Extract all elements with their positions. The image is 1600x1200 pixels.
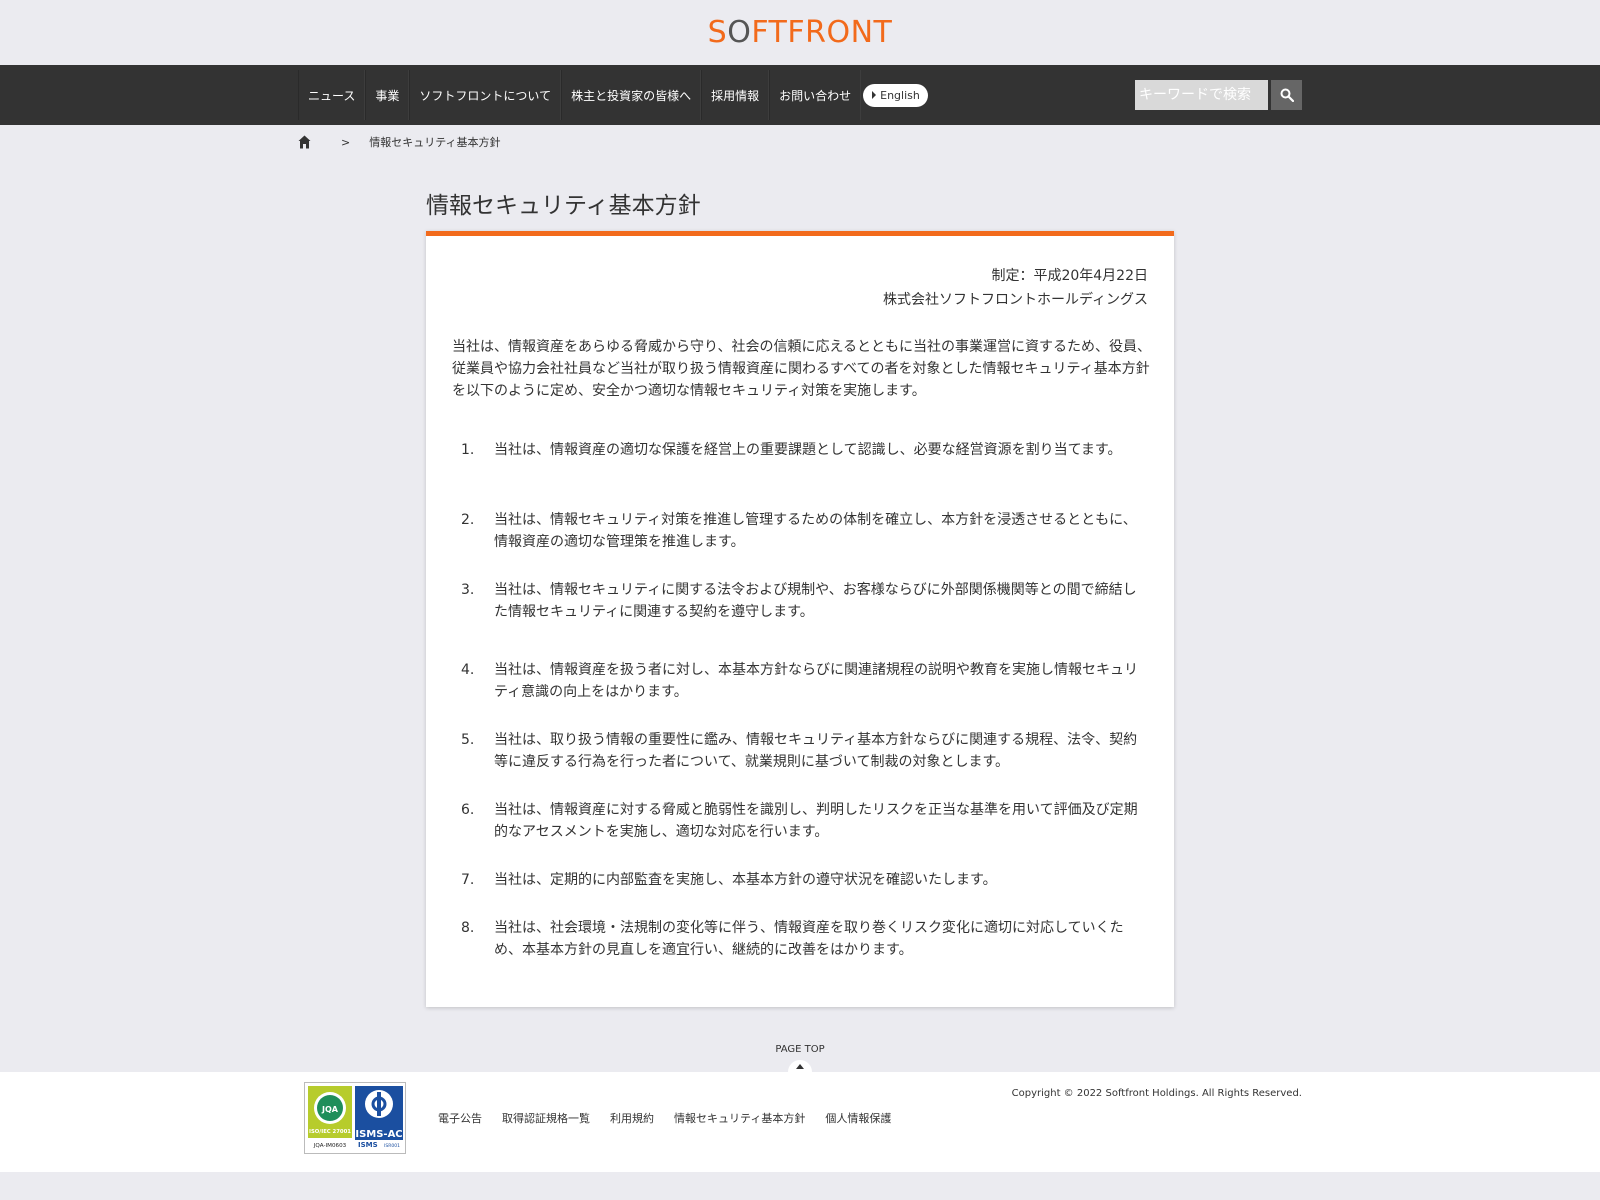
list-item: 5. 当社は、取り扱う情報の重要性に鑑み、情報セキュリティ基本方針ならびに関連する… (461, 732, 1138, 770)
list-item: 6. 当社は、情報資産に対する脅威と脆弱性を識別し、判明したリスクを正当な基準を用… (461, 802, 1138, 840)
isms-ac-text: ISMS-AC (355, 1129, 402, 1140)
jqa-badge: JQA ISO/IEC 27001 JQA-IM0603 (308, 1086, 352, 1150)
established-date: 制定：平成20年4月22日 (991, 268, 1148, 284)
english-button[interactable]: English (863, 83, 928, 107)
arrow-up-icon (796, 1064, 804, 1069)
nav-item-about[interactable]: ソフトフロントについて (409, 70, 562, 120)
footer-link-privacy[interactable]: 個人情報保護 (825, 1110, 891, 1126)
jqa-code: JQA-IM0603 (313, 1143, 347, 1149)
isms-sub-text: ISMS (358, 1141, 378, 1149)
footer-link-public-notice[interactable]: 電子公告 (438, 1110, 482, 1126)
jqa-logo-icon: JQA ISO/IEC 27001 JQA-IM0603 (308, 1086, 352, 1150)
list-item: 2. 当社は、情報セキュリティ対策を推進し管理するための体制を確立し、本方針を浸透… (461, 512, 1137, 550)
footer: JQA ISO/IEC 27001 JQA-IM0603 ISMS-AC ISM… (0, 1072, 1600, 1172)
isms-ac-logo-icon: ISMS-AC ISMS ISR001 (355, 1086, 403, 1150)
footer-link-security-policy[interactable]: 情報セキュリティ基本方針 (674, 1110, 805, 1126)
isms-badge: ISMS-AC ISMS ISR001 (355, 1086, 403, 1150)
english-label: English (880, 88, 920, 102)
search-icon (1280, 88, 1294, 102)
company-name: 株式会社ソフトフロントホールディングス (882, 292, 1148, 308)
nav-item-investors[interactable]: 株主と投資家の皆様へ (561, 70, 702, 120)
copyright: Copyright © 2022 Softfront Holdings. All… (1011, 1088, 1302, 1099)
header: SOFTFRONT (0, 0, 1600, 65)
policy-card: 制定：平成20年4月22日 株式会社ソフトフロントホールディングス 当社は、情報… (426, 231, 1174, 1007)
home-icon (298, 135, 311, 149)
jqa-standard: ISO/IEC 27001 (309, 1129, 351, 1135)
search-form (1135, 80, 1302, 110)
nav-item-news[interactable]: ニュース (298, 70, 366, 120)
breadcrumb-separator: > (341, 135, 351, 149)
nav-item-recruit[interactable]: 採用情報 (701, 70, 770, 120)
softfront-logo[interactable]: SOFTFRONT (708, 15, 893, 50)
list-item: 4. 当社は、情報資産を扱う者に対し、本基本方針ならびに関連諸規程の説明や教育を実… (461, 662, 1138, 700)
page-top-button[interactable] (788, 1060, 812, 1072)
page-top-link[interactable]: PAGE TOP (0, 1044, 1600, 1055)
search-input[interactable] (1135, 80, 1268, 110)
search-button[interactable] (1271, 80, 1302, 110)
footer-link-terms[interactable]: 利用規約 (610, 1110, 654, 1126)
caret-right-icon (872, 91, 877, 99)
jqa-logo-text: JQA (321, 1105, 339, 1114)
list-item: 3. 当社は、情報セキュリティに関する法令および規制や、お客様ならびに外部関係機関… (461, 582, 1137, 620)
breadcrumb-current: 情報セキュリティ基本方針 (369, 136, 501, 149)
footer-links: 電子公告 取得認証規格一覧 利用規約 情報セキュリティ基本方針 個人情報保護 (438, 1110, 891, 1126)
breadcrumb: > 情報セキュリティ基本方針 (298, 134, 501, 150)
policy-intro: 当社は、情報資産をあらゆる脅威から守り、社会の信頼に応えるとともに当社の事業運営… (452, 339, 1152, 399)
home-link[interactable] (298, 135, 311, 149)
nav-item-contact[interactable]: お問い合わせ (769, 70, 862, 120)
nav-item-business[interactable]: 事業 (365, 70, 410, 120)
global-nav: ニュース 事業 ソフトフロントについて 株主と投資家の皆様へ 採用情報 お問い合… (0, 65, 1600, 125)
policy-meta: 制定：平成20年4月22日 株式会社ソフトフロントホールディングス (883, 264, 1148, 312)
isms-std-text: ISR001 (384, 1143, 400, 1149)
footer-link-certifications[interactable]: 取得認証規格一覧 (502, 1110, 590, 1126)
list-item: 8. 当社は、社会環境・法規制の変化等に伴う、情報資産を取り巻くリスク変化に適切に… (461, 920, 1124, 958)
list-item: 7. 当社は、定期的に内部監査を実施し、本基本方針の遵守状況を確認いたします。 (461, 872, 997, 888)
page-title: 情報セキュリティ基本方針 (426, 193, 701, 219)
list-item: 1. 当社は、情報資産の適切な保護を経営上の重要課題として認識し、必要な経営資源を… (461, 442, 1122, 458)
certification-badges[interactable]: JQA ISO/IEC 27001 JQA-IM0603 ISMS-AC ISM… (304, 1082, 406, 1154)
